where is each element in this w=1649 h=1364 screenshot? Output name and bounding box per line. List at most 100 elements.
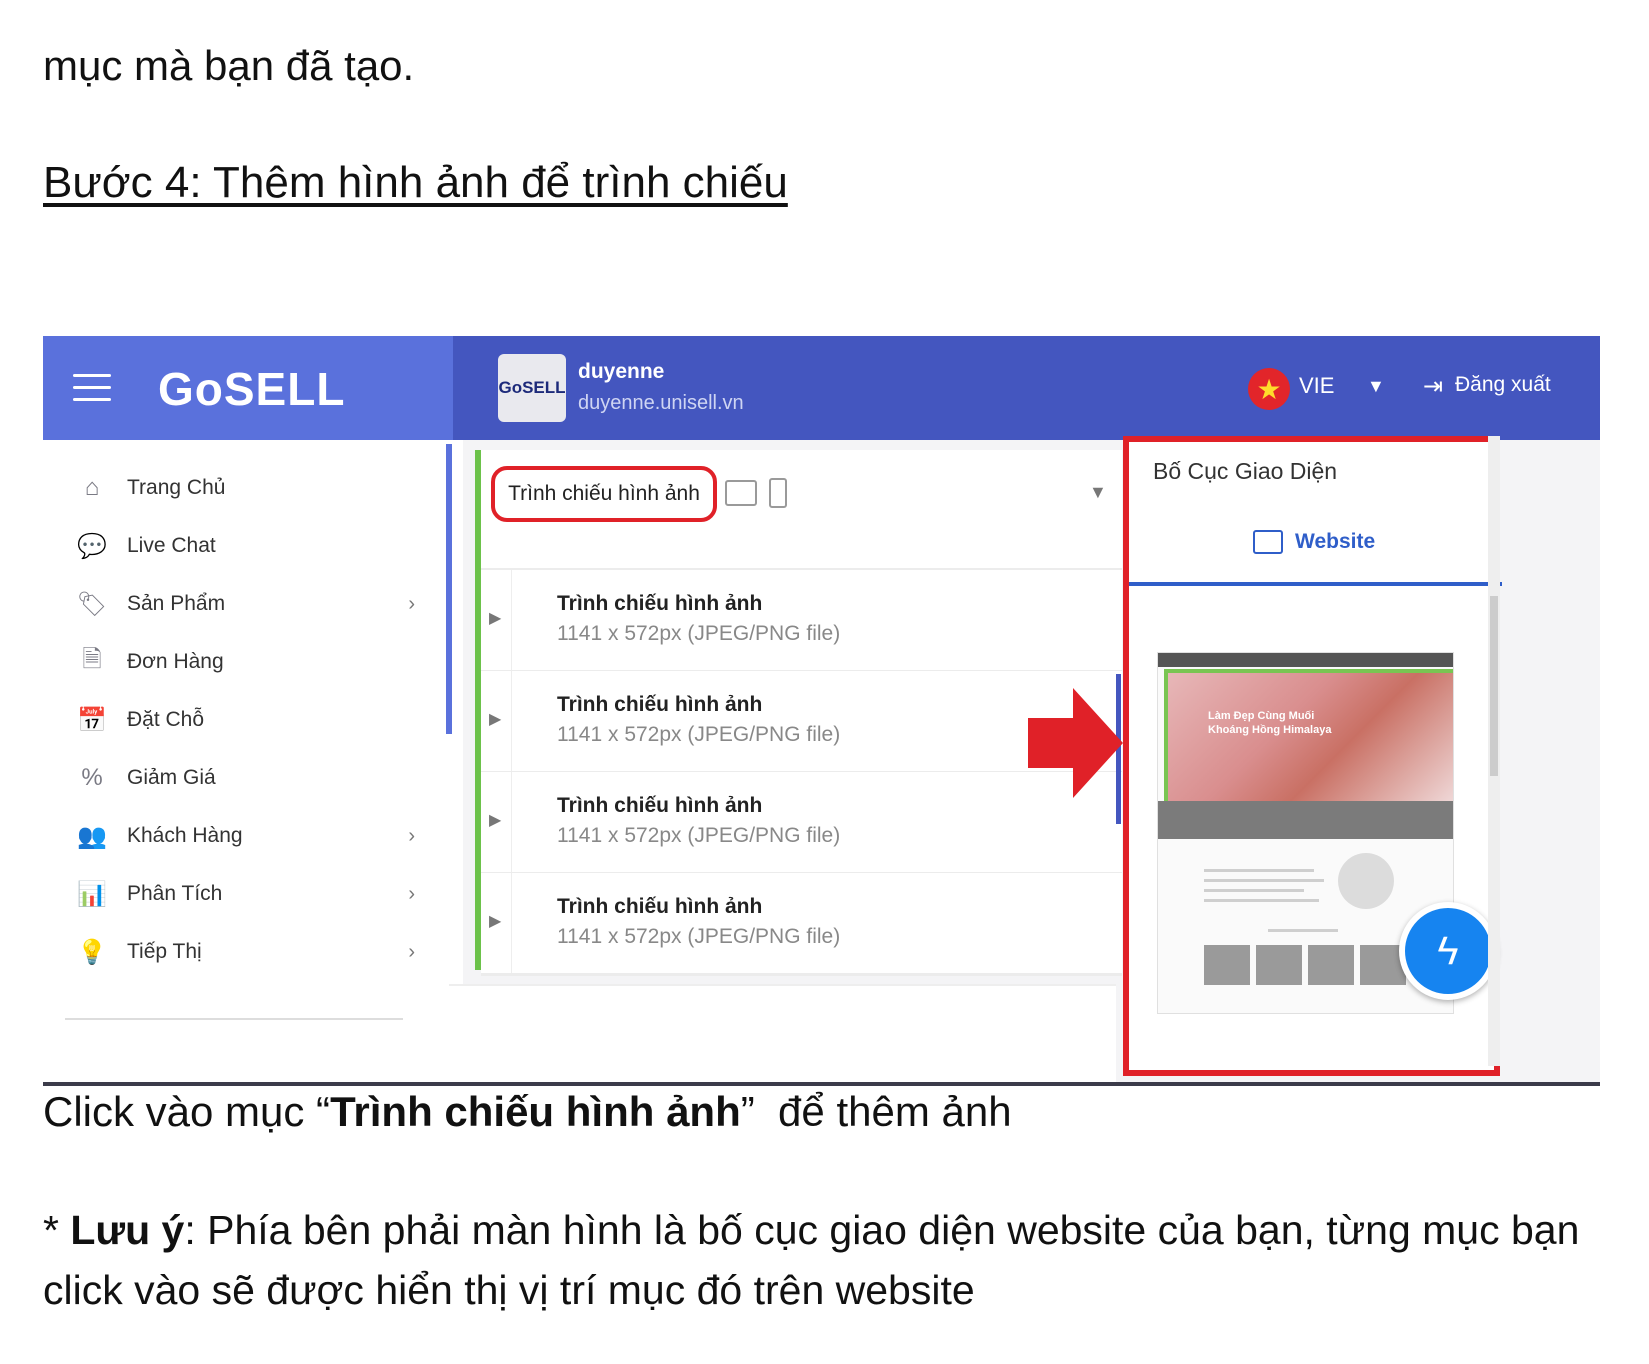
lightbulb-icon: 💡 bbox=[77, 938, 107, 966]
note-label: Lưu ý bbox=[70, 1207, 185, 1253]
chat-icon: 💬 bbox=[77, 532, 107, 560]
users-icon: 👥 bbox=[77, 822, 107, 850]
intro-text: mục mà bạn đã tạo. bbox=[43, 42, 415, 89]
expand-arrow-icon[interactable]: ▶ bbox=[489, 709, 501, 729]
sidebar: ⌂ Trang Chủ 💬 Live Chat 🏷 Sản Phẩm › 🗎 Đ… bbox=[43, 440, 463, 1082]
sidebar-item-don-hang[interactable]: 🗎 Đơn Hàng bbox=[75, 642, 415, 682]
preview-thumbnail bbox=[1204, 945, 1250, 985]
layout-panel-title: Bố Cục Giao Diện bbox=[1153, 458, 1338, 484]
receipt-icon: 🗎 bbox=[82, 645, 102, 673]
home-icon: ⌂ bbox=[84, 474, 100, 501]
menu-icon[interactable] bbox=[73, 374, 111, 402]
analytics-icon: 📊 bbox=[77, 880, 107, 908]
sidebar-item-dat-cho[interactable]: 📅 Đặt Chỗ bbox=[75, 700, 415, 740]
red-arrow-annotation-icon bbox=[1028, 688, 1123, 798]
mobile-view-icon[interactable] bbox=[769, 478, 787, 508]
chevron-right-icon: › bbox=[408, 882, 415, 905]
preview-text-line bbox=[1204, 869, 1314, 872]
preview-text-line bbox=[1204, 879, 1324, 882]
chevron-right-icon: › bbox=[408, 940, 415, 963]
caret-down-icon[interactable]: ▼ bbox=[1089, 482, 1107, 503]
sidebar-item-trang-chu[interactable]: ⌂ Trang Chủ bbox=[75, 468, 415, 508]
language-selector[interactable]: VIE bbox=[1299, 373, 1334, 399]
expand-arrow-icon[interactable]: ▶ bbox=[489, 911, 501, 931]
logout-button[interactable]: Đăng xuất bbox=[1455, 373, 1551, 397]
sidebar-item-label: Sản Phẩm bbox=[127, 592, 226, 615]
slide-item[interactable]: ▶ Trình chiếu hình ảnh 1141 x 572px (JPE… bbox=[481, 873, 1122, 976]
shop-url: duyenne.unisell.vn bbox=[578, 392, 744, 414]
caption-suffix: ” để thêm ảnh bbox=[740, 1088, 1012, 1135]
sidebar-scrollbar[interactable] bbox=[446, 444, 452, 734]
tab-website[interactable]: Website bbox=[1253, 530, 1375, 554]
sidebar-item-khach-hang[interactable]: 👥 Khách Hàng › bbox=[75, 816, 415, 856]
section-editor-card: Trình chiếu hình ảnh ▼ ▶ Trình chiếu hìn… bbox=[475, 450, 1122, 976]
calendar-check-icon: 📅 bbox=[77, 706, 107, 734]
slide-title: Trình chiếu hình ảnh bbox=[557, 895, 763, 918]
slide-spec: 1141 x 572px (JPEG/PNG file) bbox=[557, 723, 841, 746]
caption-bold: Trình chiếu hình ảnh bbox=[330, 1088, 741, 1135]
sidebar-item-label: Trang Chủ bbox=[127, 476, 226, 499]
preview-text-line bbox=[1268, 929, 1338, 932]
slide-spec: 1141 x 572px (JPEG/PNG file) bbox=[557, 824, 841, 847]
sidebar-item-live-chat[interactable]: 💬 Live Chat bbox=[75, 526, 415, 566]
caret-down-icon[interactable]: ▼ bbox=[1367, 376, 1385, 397]
preview-navbar bbox=[1158, 653, 1453, 667]
chevron-right-icon: › bbox=[408, 824, 415, 847]
preview-thumbnail bbox=[1308, 945, 1354, 985]
expand-arrow-icon[interactable]: ▶ bbox=[489, 810, 501, 830]
section-selector[interactable]: Trình chiếu hình ảnh bbox=[491, 466, 717, 522]
sidebar-item-label: Đơn Hàng bbox=[127, 650, 224, 673]
preview-banner-strip bbox=[1158, 801, 1453, 839]
sidebar-item-label: Phân Tích bbox=[127, 882, 223, 905]
shop-name: duyenne bbox=[578, 360, 665, 383]
slide-title: Trình chiếu hình ảnh bbox=[557, 592, 763, 615]
preview-hero-text: Làm Đẹp Cùng Muối Khoáng Hồng Himalaya bbox=[1208, 710, 1332, 736]
slide-title: Trình chiếu hình ảnh bbox=[557, 794, 763, 817]
preview-image-circle bbox=[1338, 853, 1394, 909]
slide-spec: 1141 x 572px (JPEG/PNG file) bbox=[557, 622, 841, 645]
sidebar-item-san-pham[interactable]: 🏷 Sản Phẩm › bbox=[75, 584, 415, 624]
desktop-view-icon[interactable] bbox=[725, 480, 757, 506]
note-text: : Phía bên phải màn hình là bố cục giao … bbox=[43, 1207, 1580, 1313]
sidebar-item-giam-gia[interactable]: % Giảm Giá bbox=[75, 758, 415, 798]
layout-panel: Bố Cục Giao Diện Website Làm Đẹp Cùng Mu… bbox=[1123, 436, 1502, 1076]
sidebar-item-label: Đặt Chỗ bbox=[127, 708, 205, 731]
vietnam-flag-icon[interactable]: ★ bbox=[1248, 368, 1290, 410]
preview-text-line bbox=[1204, 899, 1319, 902]
slide-spec: 1141 x 572px (JPEG/PNG file) bbox=[557, 925, 841, 948]
sidebar-item-phan-tich[interactable]: 📊 Phân Tích › bbox=[75, 874, 415, 914]
sidebar-item-label: Khách Hàng bbox=[127, 824, 243, 847]
sidebar-item-label: Live Chat bbox=[127, 534, 216, 557]
logout-icon[interactable]: ⇥ bbox=[1423, 372, 1443, 401]
sidebar-item-label: Giảm Giá bbox=[127, 766, 216, 789]
app-logo: GoSELL bbox=[158, 363, 346, 415]
preview-text-line bbox=[1204, 889, 1304, 892]
next-section-card bbox=[449, 984, 1116, 1082]
tab-underline bbox=[1129, 582, 1502, 586]
messenger-icon[interactable]: ϟ bbox=[1399, 902, 1497, 1000]
note-star: * bbox=[43, 1207, 71, 1253]
caption-prefix: Click vào mục “ bbox=[43, 1088, 331, 1135]
step-heading: Bước 4: Thêm hình ảnh để trình chiếu bbox=[43, 158, 788, 207]
discount-icon: % bbox=[81, 764, 103, 791]
slide-item[interactable]: ▶ Trình chiếu hình ảnh 1141 x 572px (JPE… bbox=[481, 772, 1122, 875]
expand-arrow-icon[interactable]: ▶ bbox=[489, 608, 501, 628]
slide-item[interactable]: ▶ Trình chiếu hình ảnh 1141 x 572px (JPE… bbox=[481, 570, 1122, 673]
sidebar-item-tiep-thi[interactable]: 💡 Tiếp Thị › bbox=[75, 932, 415, 972]
section-header: Trình chiếu hình ảnh ▼ bbox=[481, 450, 1122, 570]
layout-panel-scrollbar[interactable] bbox=[1488, 436, 1500, 1066]
tab-website-label: Website bbox=[1295, 530, 1376, 553]
sidebar-divider bbox=[65, 1018, 403, 1020]
slide-item[interactable]: ▶ Trình chiếu hình ảnh 1141 x 572px (JPE… bbox=[481, 671, 1122, 774]
chevron-right-icon: › bbox=[408, 592, 415, 615]
preview-slideshow-highlight[interactable]: Làm Đẹp Cùng Muối Khoáng Hồng Himalaya bbox=[1164, 669, 1453, 805]
topbar-brand-area: GoSELL bbox=[43, 336, 453, 440]
tag-icon: 🏷 bbox=[76, 590, 108, 618]
note-paragraph: * Lưu ý: Phía bên phải màn hình là bố cụ… bbox=[43, 1200, 1583, 1320]
slide-title: Trình chiếu hình ảnh bbox=[557, 693, 763, 716]
shop-avatar: GoSELL bbox=[498, 354, 566, 422]
browser-window-icon bbox=[1253, 530, 1283, 554]
caption: Click vào mục “Trình chiếu hình ảnh” để … bbox=[43, 1088, 1012, 1136]
app-screenshot: GoSELL GoSELL duyenne duyenne.unisell.vn… bbox=[43, 336, 1600, 1086]
sidebar-item-label: Tiếp Thị bbox=[127, 940, 202, 963]
